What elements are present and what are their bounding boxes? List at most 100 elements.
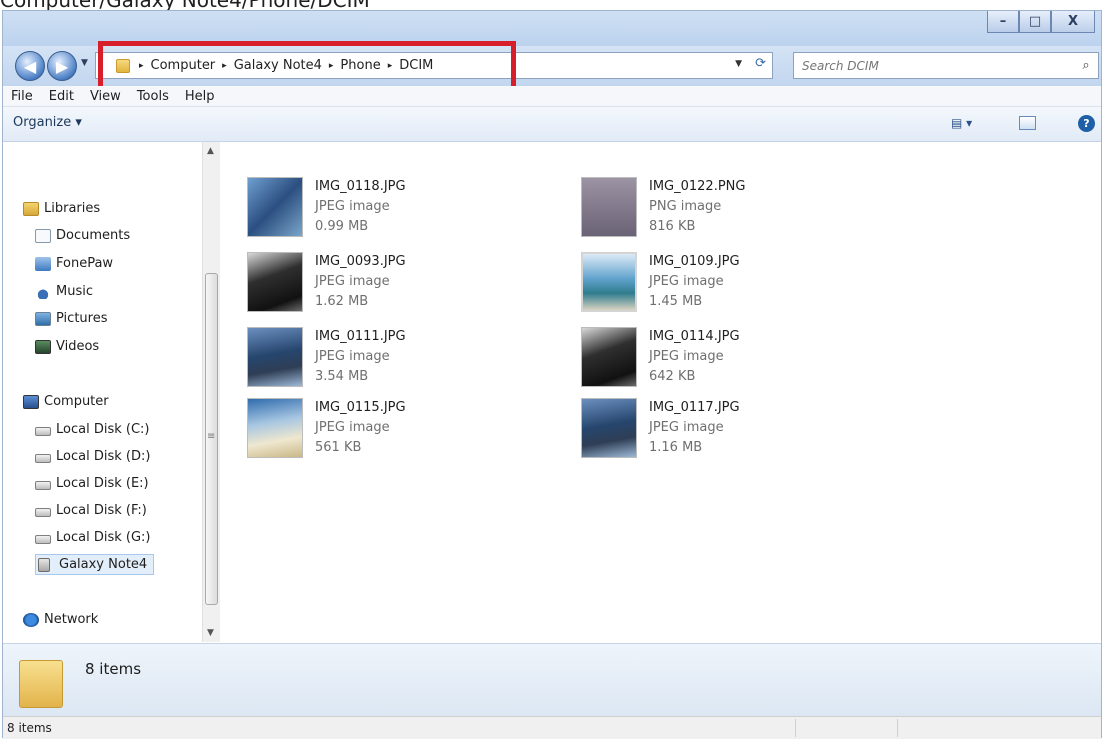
address-bar[interactable]: ▸ Computer ▸ Galaxy Note4 ▸ Phone ▸ DCIM…: [95, 52, 773, 79]
nav-item-local-disk-c[interactable]: Local Disk (C:): [35, 422, 149, 437]
fonepaw-icon: [35, 256, 51, 271]
menu-edit[interactable]: Edit: [41, 89, 82, 104]
scroll-grip-icon: ≡: [207, 431, 216, 442]
breadcrumb-separator[interactable]: ▸: [385, 61, 396, 71]
nav-item-local-disk-f[interactable]: Local Disk (F:): [35, 503, 147, 518]
file-size: 561 KB: [315, 440, 362, 455]
breadcrumb-separator[interactable]: ▸: [326, 61, 337, 71]
close-button[interactable]: X: [1051, 11, 1095, 33]
page-caption: Computer/Galaxy Note4/Phone/DCIM: [0, 0, 370, 12]
menu-file[interactable]: File: [3, 89, 41, 104]
file-size: 1.45 MB: [649, 294, 703, 309]
back-button[interactable]: ◀: [15, 51, 45, 81]
status-item-count: 8 items: [7, 721, 52, 735]
breadcrumb-dcim[interactable]: DCIM: [395, 58, 437, 73]
videos-icon: [35, 339, 51, 354]
status-divider: [795, 719, 796, 737]
scroll-down-arrow-icon[interactable]: ▼: [207, 628, 214, 638]
file-item[interactable]: IMG_0117.JPG JPEG image 1.16 MB: [581, 398, 740, 458]
disk-icon: [35, 426, 51, 436]
details-item-count: 8 items: [85, 660, 142, 678]
breadcrumb-galaxy-note4[interactable]: Galaxy Note4: [230, 58, 326, 73]
change-view-icon[interactable]: ▤ ▾: [951, 116, 972, 130]
nav-item-galaxy-note4[interactable]: Galaxy Note4: [35, 554, 155, 575]
navigation-scrollbar[interactable]: ▲ ≡ ▼: [202, 142, 220, 642]
file-type: JPEG image: [649, 420, 724, 435]
file-size: 1.16 MB: [649, 440, 703, 455]
file-thumbnail: [581, 177, 637, 237]
maximize-button[interactable]: □: [1019, 11, 1051, 33]
minimize-button[interactable]: –: [987, 11, 1019, 33]
organize-button[interactable]: Organize ▾: [13, 115, 82, 130]
music-icon: [35, 284, 51, 299]
disk-icon: [35, 480, 51, 490]
nav-item-videos[interactable]: Videos: [35, 339, 99, 354]
nav-item-local-disk-g[interactable]: Local Disk (G:): [35, 530, 150, 545]
large-folder-icon: [19, 660, 63, 708]
file-item[interactable]: IMG_0115.JPG JPEG image 561 KB: [247, 398, 406, 458]
forward-button[interactable]: ▶: [47, 51, 77, 81]
nav-item-computer[interactable]: Computer: [23, 394, 109, 409]
documents-icon: [35, 228, 51, 243]
file-name: IMG_0115.JPG: [315, 400, 406, 415]
nav-item-documents[interactable]: Documents: [35, 228, 130, 243]
address-dropdown[interactable]: ▼: [735, 59, 742, 69]
file-size: 0.99 MB: [315, 219, 369, 234]
file-item[interactable]: IMG_0093.JPG JPEG image 1.62 MB: [247, 252, 406, 312]
file-item[interactable]: IMG_0111.JPG JPEG image 3.54 MB: [247, 327, 406, 387]
file-type: JPEG image: [315, 199, 390, 214]
file-thumbnail: [581, 252, 637, 312]
file-item[interactable]: IMG_0114.JPG JPEG image 642 KB: [581, 327, 740, 387]
command-bar: Organize ▾ ▤ ▾ ?: [3, 107, 1101, 142]
file-size: 1.62 MB: [315, 294, 369, 309]
scroll-up-arrow-icon[interactable]: ▲: [207, 146, 214, 156]
file-size: 816 KB: [649, 219, 696, 234]
breadcrumb-phone[interactable]: Phone: [336, 58, 384, 73]
file-type: JPEG image: [315, 349, 390, 364]
navigation-pane: Libraries Documents FonePaw Music Pictur…: [3, 142, 221, 642]
file-size: 3.54 MB: [315, 369, 369, 384]
search-input[interactable]: [794, 57, 1074, 74]
file-type: JPEG image: [649, 349, 724, 364]
file-type: PNG image: [649, 199, 722, 214]
nav-item-pictures[interactable]: Pictures: [35, 311, 107, 326]
nav-item-local-disk-d[interactable]: Local Disk (D:): [35, 449, 150, 464]
nav-item-libraries[interactable]: Libraries: [23, 201, 100, 216]
computer-icon: [23, 394, 39, 409]
file-name: IMG_0117.JPG: [649, 400, 740, 415]
file-name: IMG_0122.PNG: [649, 179, 746, 194]
window-controls: – □ X: [987, 11, 1095, 33]
file-list: IMG_0118.JPG JPEG image 0.99 MB IMG_0122…: [221, 142, 1101, 642]
breadcrumb-separator[interactable]: ▸: [219, 61, 230, 71]
file-item[interactable]: IMG_0109.JPG JPEG image 1.45 MB: [581, 252, 740, 312]
menu-help[interactable]: Help: [177, 89, 223, 104]
breadcrumb-computer[interactable]: Computer: [147, 58, 220, 73]
menu-tools[interactable]: Tools: [129, 89, 177, 104]
file-size: 642 KB: [649, 369, 696, 384]
file-thumbnail: [247, 327, 303, 387]
nav-item-network[interactable]: Network: [23, 612, 98, 627]
file-item[interactable]: IMG_0118.JPG JPEG image 0.99 MB: [247, 177, 406, 237]
breadcrumb-separator: ▸: [139, 60, 144, 71]
file-thumbnail: [581, 398, 637, 458]
disk-icon: [35, 453, 51, 463]
refresh-icon[interactable]: ⟳: [755, 56, 766, 71]
search-box[interactable]: ⌕: [793, 52, 1099, 79]
preview-pane-icon[interactable]: [1019, 116, 1036, 130]
status-divider: [897, 719, 898, 737]
file-item[interactable]: IMG_0122.PNG PNG image 816 KB: [581, 177, 745, 237]
folder-icon: [116, 58, 130, 73]
nav-item-fonepaw[interactable]: FonePaw: [35, 256, 113, 271]
details-pane: 8 items: [3, 643, 1101, 716]
help-icon[interactable]: ?: [1078, 115, 1095, 132]
file-thumbnail: [247, 177, 303, 237]
nav-item-local-disk-e[interactable]: Local Disk (E:): [35, 476, 149, 491]
menu-bar: File Edit View Tools Help: [3, 86, 1101, 107]
recent-pages-dropdown[interactable]: ▼: [81, 58, 88, 68]
file-thumbnail: [247, 398, 303, 458]
file-type: JPEG image: [315, 420, 390, 435]
nav-item-music[interactable]: Music: [35, 284, 93, 299]
network-icon: [23, 612, 39, 627]
search-icon[interactable]: ⌕: [1074, 58, 1098, 73]
menu-view[interactable]: View: [82, 89, 129, 104]
